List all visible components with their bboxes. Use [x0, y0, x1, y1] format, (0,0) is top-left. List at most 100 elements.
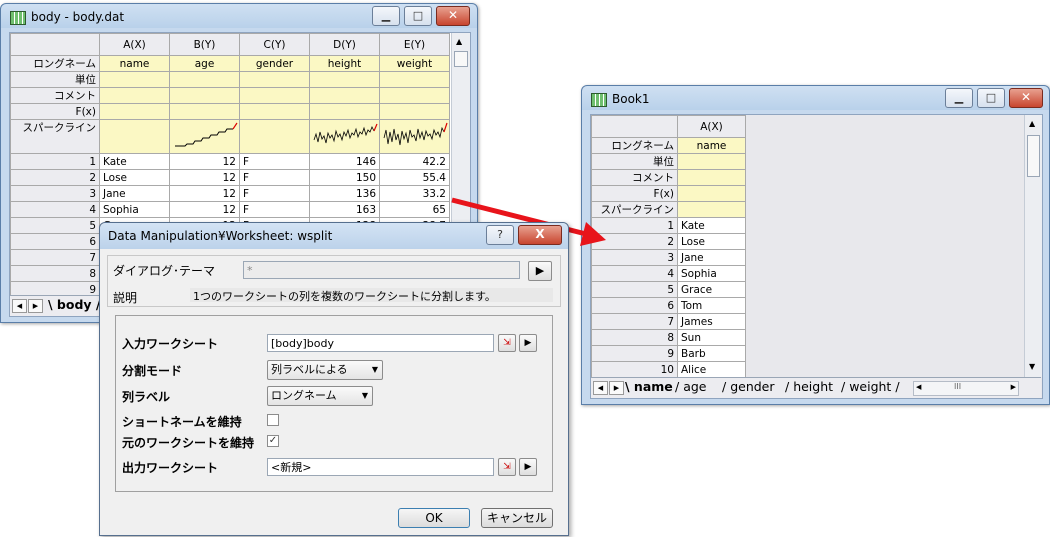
row-number[interactable]: 4 [10, 201, 100, 218]
row-number[interactable]: 5 [10, 217, 100, 234]
fx-cell[interactable] [239, 103, 310, 120]
help-button[interactable]: ? [486, 225, 514, 245]
cell-name[interactable]: Tom [677, 297, 746, 314]
sheet-tab-body[interactable]: \ body / [48, 297, 100, 312]
right-vertical-scrollbar[interactable]: ▲ ▼ [1024, 115, 1042, 377]
keep-shortname-checkbox[interactable] [267, 414, 279, 426]
sheet-tab-weight[interactable]: / weight / [841, 379, 900, 394]
keep-original-checkbox[interactable]: ✓ [267, 435, 279, 447]
row-number[interactable]: 3 [10, 185, 100, 202]
scroll-left-arrow[interactable]: ◀ [916, 383, 921, 391]
row-number[interactable]: 2 [10, 169, 100, 186]
sheet-tab-height[interactable]: / height [785, 379, 833, 394]
sparkline-cell[interactable] [309, 119, 380, 154]
col-header-a[interactable]: A(X) [99, 33, 170, 56]
units-cell[interactable] [677, 153, 746, 170]
cell-age[interactable]: 12 [169, 185, 240, 202]
longname-cell[interactable]: age [169, 55, 240, 72]
cell-name[interactable]: Kate [677, 217, 746, 234]
row-number[interactable]: 1 [10, 153, 100, 170]
units-cell[interactable] [99, 71, 170, 88]
left-titlebar[interactable]: body - body.dat ▁ □ ✕ [1, 4, 477, 30]
scroll-thumb[interactable]: III [954, 382, 961, 391]
cell-name[interactable]: Alice [677, 361, 746, 378]
col-header-e[interactable]: E(Y) [379, 33, 450, 56]
col-header-b[interactable]: B(Y) [169, 33, 240, 56]
cell-age[interactable]: 12 [169, 169, 240, 186]
cell-name[interactable]: Lose [99, 169, 170, 186]
cell-name[interactable]: Kate [99, 153, 170, 170]
table-row[interactable]: 9 Barb [591, 345, 746, 362]
cell-age[interactable]: 12 [169, 153, 240, 170]
longname-cell[interactable]: name [99, 55, 170, 72]
scroll-right-arrow[interactable]: ▶ [1011, 383, 1016, 391]
col-header-c[interactable]: C(Y) [239, 33, 310, 56]
output-worksheet-field[interactable]: <新規> [267, 458, 494, 476]
input-worksheet-field[interactable]: [body]body [267, 334, 494, 352]
scroll-down-arrow[interactable]: ▼ [1029, 362, 1035, 371]
cancel-button[interactable]: キャンセル [481, 508, 553, 528]
table-row[interactable]: 7 James [591, 313, 746, 330]
sparkline-cell[interactable] [239, 119, 310, 154]
sheet-tab-gender[interactable]: / gender [722, 379, 775, 394]
corner-cell[interactable] [10, 33, 100, 56]
table-row[interactable]: 4 Sophia [591, 265, 746, 282]
cell-age[interactable]: 12 [169, 201, 240, 218]
table-row[interactable]: 1 Kate 12 F 146 42.2 [10, 153, 450, 170]
sheet-tab-name[interactable]: \ name [625, 379, 673, 394]
comment-cell[interactable] [677, 169, 746, 186]
col-header-d[interactable]: D(Y) [309, 33, 380, 56]
longname-cell[interactable]: height [309, 55, 380, 72]
units-cell[interactable] [309, 71, 380, 88]
cell-height[interactable]: 146 [309, 153, 380, 170]
tab-scroll-left[interactable]: ◀ [593, 381, 608, 395]
output-worksheet-menu[interactable]: ▶ [519, 458, 537, 476]
cell-name[interactable]: Jane [99, 185, 170, 202]
row-number[interactable]: 4 [591, 265, 678, 282]
right-worksheet-grid[interactable]: A(X) ロングネーム name 単位 コメント F(x) スパークライン 1 Ka… [591, 115, 746, 378]
tab-scroll-right[interactable]: ▶ [609, 381, 624, 395]
cell-gender[interactable]: F [239, 153, 310, 170]
longname-cell[interactable]: weight [379, 55, 450, 72]
minimize-button[interactable]: ▁ [372, 6, 400, 26]
horizontal-scrollbar[interactable]: ◀ III ▶ [913, 381, 1019, 396]
cell-name[interactable]: James [677, 313, 746, 330]
cell-gender[interactable]: F [239, 185, 310, 202]
cell-weight[interactable]: 65 [379, 201, 450, 218]
cell-name[interactable]: Grace [677, 281, 746, 298]
scroll-thumb[interactable] [454, 51, 468, 67]
row-number[interactable]: 7 [10, 249, 100, 266]
theme-field[interactable]: * [243, 261, 520, 279]
table-row[interactable]: 10 Alice [591, 361, 746, 378]
comment-cell[interactable] [379, 87, 450, 104]
close-button[interactable]: ✕ [1009, 88, 1043, 108]
dialog-close-button[interactable]: X [518, 225, 562, 245]
table-row[interactable]: 2 Lose [591, 233, 746, 250]
cell-name[interactable]: Lose [677, 233, 746, 250]
cell-name[interactable]: Jane [677, 249, 746, 266]
fx-cell[interactable] [309, 103, 380, 120]
cell-gender[interactable]: F [239, 169, 310, 186]
comment-cell[interactable] [99, 87, 170, 104]
units-cell[interactable] [169, 71, 240, 88]
close-button[interactable]: ✕ [436, 6, 470, 26]
table-row[interactable]: 6 Tom [591, 297, 746, 314]
cell-gender[interactable]: F [239, 201, 310, 218]
row-number[interactable]: 8 [10, 265, 100, 282]
table-row[interactable]: 4 Sophia 12 F 163 65 [10, 201, 450, 218]
row-number[interactable]: 6 [10, 233, 100, 250]
cell-height[interactable]: 150 [309, 169, 380, 186]
minimize-button[interactable]: ▁ [945, 88, 973, 108]
input-worksheet-menu[interactable]: ▶ [519, 334, 537, 352]
corner-cell[interactable] [591, 115, 678, 138]
comment-cell[interactable] [169, 87, 240, 104]
units-cell[interactable] [239, 71, 310, 88]
sheet-tab-age[interactable]: / age [675, 379, 706, 394]
table-row[interactable]: 3 Jane 12 F 136 33.2 [10, 185, 450, 202]
table-row[interactable]: 3 Jane [591, 249, 746, 266]
cell-name[interactable]: Sophia [677, 265, 746, 282]
table-row[interactable]: 8 Sun [591, 329, 746, 346]
output-worksheet-picker[interactable]: ⇲ [498, 458, 516, 476]
scroll-up-arrow[interactable]: ▲ [456, 37, 462, 46]
ok-button[interactable]: OK [398, 508, 470, 528]
